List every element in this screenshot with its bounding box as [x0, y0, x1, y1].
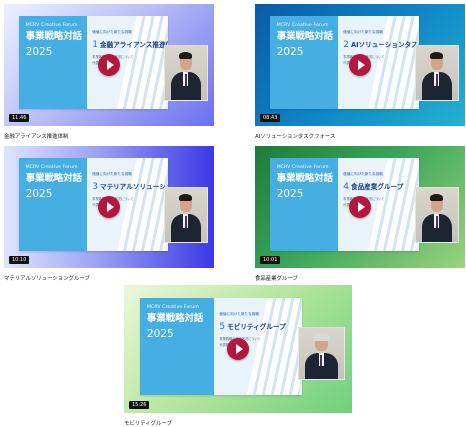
video-title[interactable]: 食品産業グループ: [255, 274, 465, 282]
slide-top-line: 価値に向けた新たな挑戦: [92, 30, 132, 35]
slide-number: 1: [92, 40, 98, 51]
presenter-video: [163, 187, 208, 244]
video-thumbnail[interactable]: MCRV Creative Forum 事業戦略対話 2025 価値に向けた新た…: [124, 285, 352, 413]
presenter-video: [414, 45, 459, 102]
slide-number: 3: [92, 182, 98, 193]
slide-forum-label: MCRV Creative Forum: [25, 23, 78, 29]
presenter-video: [414, 187, 459, 244]
slide-title: 事業戦略対話: [146, 312, 204, 324]
slide-heading: 1金融アライアンス推進体制: [92, 39, 168, 50]
slide-forum-label: MCRV Creative Forum: [276, 165, 329, 171]
duration-badge: 11:46: [9, 114, 30, 122]
slide-year: 2025: [276, 45, 304, 58]
slide-heading-text: モビリティグループ: [227, 322, 286, 331]
slide-number: 2: [343, 40, 349, 51]
video-card[interactable]: MCRV Creative Forum 事業戦略対話 2025 価値に向けた新た…: [4, 4, 214, 140]
video-thumbnail[interactable]: MCRV Creative Forum 事業戦略対話 2025 価値に向けた新た…: [255, 4, 465, 126]
slide-year: 2025: [25, 45, 53, 58]
slide-top-line: 価値に向けた新たな挑戦: [343, 172, 383, 177]
video-thumbnail[interactable]: MCRV Creative Forum 事業戦略対話 2025 価値に向けた新た…: [4, 146, 214, 268]
slide-title: 事業戦略対話: [276, 31, 333, 43]
video-card[interactable]: MCRV Creative Forum 事業戦略対話 2025 価値に向けた新た…: [124, 285, 352, 427]
video-thumbnail[interactable]: MCRV Creative Forum 事業戦略対話 2025 価値に向けた新た…: [4, 4, 214, 126]
duration-badge: 08:43: [260, 114, 281, 122]
slide-number: 4: [343, 182, 349, 193]
presenter-video: [297, 327, 346, 381]
play-icon[interactable]: [98, 196, 120, 218]
slide-number: 5: [219, 321, 226, 332]
video-card[interactable]: MCRV Creative Forum 事業戦略対話 2025 価値に向けた新た…: [4, 146, 214, 282]
slide-heading: 3マテリアルソリューショングループ: [92, 181, 168, 192]
play-icon[interactable]: [349, 196, 371, 218]
slide-title: 事業戦略対話: [25, 31, 82, 43]
play-icon[interactable]: [98, 54, 120, 76]
slide-preview: MCRV Creative Forum 事業戦略対話 2025 価値に向けた新た…: [18, 158, 168, 251]
presenter-video: [163, 45, 208, 102]
slide-forum-label: MCRV Creative Forum: [146, 304, 199, 310]
slide-top-line: 価値に向けた新たな挑戦: [92, 172, 132, 177]
slide-heading-text: マテリアルソリューショングループ: [100, 183, 168, 192]
slide-forum-label: MCRV Creative Forum: [25, 165, 78, 171]
slide-heading-text: 食品産業グループ: [351, 183, 404, 192]
duration-badge: 10:01: [260, 256, 281, 264]
slide-title: 事業戦略対話: [25, 173, 82, 185]
slide-heading: 4 食品産業グループ: [343, 181, 419, 192]
slide-year: 2025: [276, 187, 304, 200]
slide-title: 事業戦略対話: [276, 173, 333, 185]
video-title[interactable]: 金融アライアンス推進体制: [4, 132, 214, 140]
slide-year: 2025: [146, 327, 174, 340]
slide-heading: 2AIソリューションタスクフォース: [343, 39, 419, 50]
slide-heading: 5 モビリティグループ: [219, 321, 301, 332]
slide-top-line: 価値に向けた新たな挑戦: [219, 311, 259, 316]
video-card[interactable]: MCRV Creative Forum 事業戦略対話 2025 価値に向けた新た…: [255, 4, 465, 140]
play-icon[interactable]: [349, 54, 371, 76]
slide-preview: MCRV Creative Forum 事業戦略対話 2025 価値に向けた新た…: [269, 16, 419, 109]
slide-forum-label: MCRV Creative Forum: [276, 23, 329, 29]
slide-preview: MCRV Creative Forum 事業戦略対話 2025 価値に向けた新た…: [139, 297, 302, 396]
video-card[interactable]: MCRV Creative Forum 事業戦略対話 2025 価値に向けた新た…: [255, 146, 465, 282]
slide-heading-text: 金融アライアンス推進体制: [100, 41, 168, 50]
video-title[interactable]: AIソリューションタスクフォース: [255, 132, 465, 140]
slide-preview: MCRV Creative Forum 事業戦略対話 2025 価値に向けた新た…: [18, 16, 168, 109]
slide-top-line: 価値に向けた新たな挑戦: [343, 30, 383, 35]
duration-badge: 10:10: [9, 256, 30, 264]
video-thumbnail[interactable]: MCRV Creative Forum 事業戦略対話 2025 価値に向けた新た…: [255, 146, 465, 268]
play-icon[interactable]: [227, 338, 249, 360]
video-title[interactable]: モビリティグループ: [124, 419, 352, 427]
duration-badge: 15:26: [129, 401, 150, 409]
slide-year: 2025: [25, 187, 53, 200]
video-title[interactable]: マテリアルソリューショングループ: [4, 274, 214, 282]
slide-heading-text: AIソリューションタスクフォース: [351, 41, 419, 50]
slide-preview: MCRV Creative Forum 事業戦略対話 2025 価値に向けた新た…: [269, 158, 419, 251]
